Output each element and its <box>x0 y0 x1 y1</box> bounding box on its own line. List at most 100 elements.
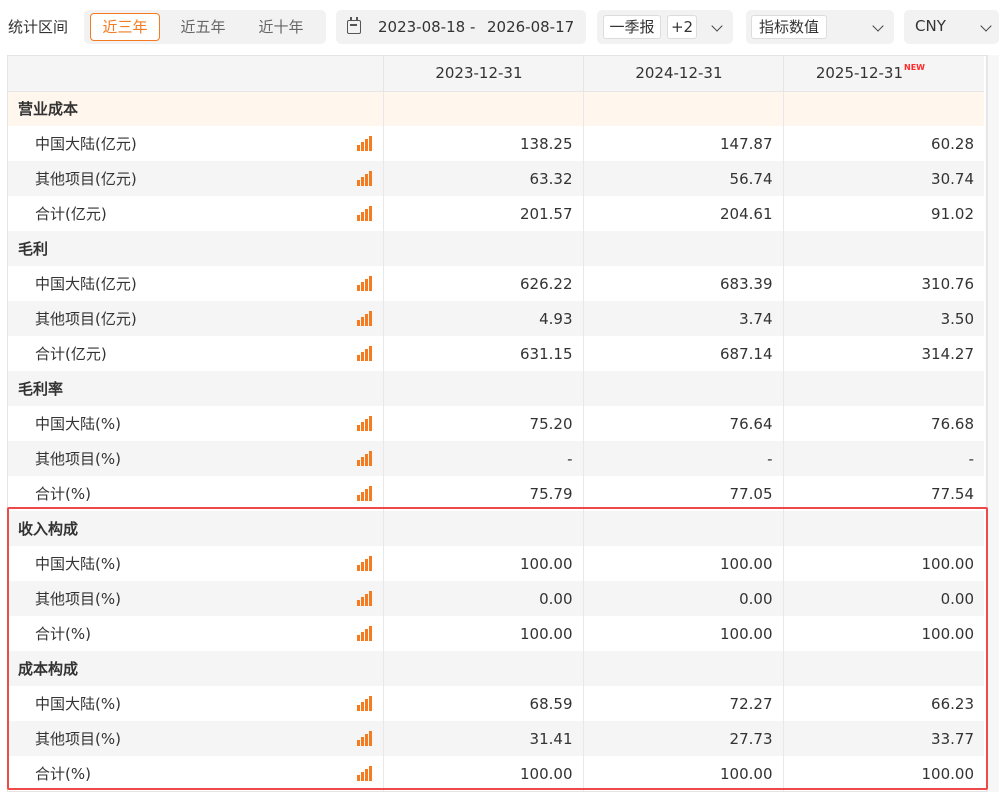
value-cell: 314.27 <box>783 336 984 371</box>
section-row: 营业成本 <box>8 91 984 126</box>
value-cell: 100.00 <box>383 756 584 791</box>
row-label: 中国大陆(亿元) <box>35 135 137 153</box>
range-3y-button[interactable]: 近三年 <box>90 13 160 41</box>
chevron-down-icon[interactable] <box>711 20 723 32</box>
row-label: 合计(%) <box>35 625 91 643</box>
currency-select[interactable]: CNY <box>904 10 999 44</box>
header-period[interactable]: 2025-12-31NEW <box>783 56 984 92</box>
value-cell: 60.28 <box>783 126 984 161</box>
metric-mode-chip[interactable]: 指标数值 <box>751 15 827 39</box>
section-empty-cell <box>383 371 584 406</box>
header-period[interactable]: 2024-12-31 <box>583 56 784 92</box>
value-cell: 0.00 <box>583 581 784 616</box>
row-label: 合计(亿元) <box>35 205 107 223</box>
value-cell: 3.50 <box>783 301 984 336</box>
range-10y-button[interactable]: 近十年 <box>248 13 314 41</box>
table-row: 中国大陆(亿元) 138.25 147.87 60.28 <box>8 126 984 161</box>
row-label: 其他项目(亿元) <box>35 310 137 328</box>
value-cell: 201.57 <box>383 196 584 231</box>
date-range-picker[interactable]: 2023-08-18 - 2026-08-17 <box>336 10 586 44</box>
date-separator: - <box>470 18 476 36</box>
row-label-cell: 其他项目(%) <box>8 441 384 476</box>
value-cell: 0.00 <box>783 581 984 616</box>
section-empty-cell <box>783 231 984 266</box>
bar-chart-icon[interactable] <box>356 276 372 291</box>
value-cell: 27.73 <box>583 721 784 756</box>
value-cell: 100.00 <box>583 546 784 581</box>
value-cell: 4.93 <box>383 301 584 336</box>
row-label-cell: 其他项目(%) <box>8 721 384 756</box>
section-title: 毛利 <box>8 231 384 266</box>
bar-chart-icon[interactable] <box>356 696 372 711</box>
section-empty-cell <box>583 231 784 266</box>
calendar-icon <box>347 17 361 34</box>
row-label-cell: 合计(%) <box>8 756 384 791</box>
value-cell: 204.61 <box>583 196 784 231</box>
bar-chart-icon[interactable] <box>356 171 372 186</box>
report-more-chip[interactable]: +2 <box>667 15 697 39</box>
value-cell: 75.79 <box>383 476 584 511</box>
header-period-label: 2025-12-31 <box>815 64 904 83</box>
currency-value: CNY <box>915 17 946 35</box>
bar-chart-icon[interactable] <box>356 311 372 326</box>
row-label-cell: 其他项目(%) <box>8 581 384 616</box>
scrollbar[interactable] <box>987 55 999 792</box>
table-row: 合计(%) 100.00 100.00 100.00 <box>8 756 984 791</box>
range-label: 统计区间 <box>8 18 69 36</box>
section-empty-cell <box>583 91 784 126</box>
row-label: 其他项目(%) <box>35 590 121 608</box>
metric-mode-select[interactable]: 指标数值 <box>746 10 894 44</box>
value-cell: 33.77 <box>783 721 984 756</box>
bar-chart-icon[interactable] <box>356 626 372 641</box>
header-name-column <box>8 56 384 92</box>
bar-chart-icon[interactable] <box>356 591 372 606</box>
bar-chart-icon[interactable] <box>356 416 372 431</box>
value-cell: 100.00 <box>383 546 584 581</box>
report-type-select[interactable]: 一季报 +2 <box>597 10 733 44</box>
header-period[interactable]: 2023-12-31 <box>383 56 584 92</box>
chevron-down-icon[interactable] <box>980 20 992 32</box>
section-title: 营业成本 <box>8 91 384 126</box>
bar-chart-icon[interactable] <box>356 556 372 571</box>
section-empty-cell <box>383 231 584 266</box>
bar-chart-icon[interactable] <box>356 451 372 466</box>
row-label: 合计(%) <box>35 765 91 783</box>
bar-chart-icon[interactable] <box>356 136 372 151</box>
report-type-chip[interactable]: 一季报 <box>603 15 661 39</box>
value-cell: - <box>383 441 584 476</box>
section-row: 毛利 <box>8 231 984 266</box>
range-5y-button[interactable]: 近五年 <box>170 13 236 41</box>
value-cell: 3.74 <box>583 301 784 336</box>
row-label-cell: 其他项目(亿元) <box>8 161 384 196</box>
table-row: 中国大陆(%) 100.00 100.00 100.00 <box>8 546 984 581</box>
value-cell: 100.00 <box>583 616 784 651</box>
section-empty-cell <box>583 651 784 686</box>
value-cell: 0.00 <box>383 581 584 616</box>
section-empty-cell <box>583 511 784 546</box>
date-end[interactable]: 2026-08-17 <box>487 18 574 36</box>
row-label: 其他项目(%) <box>35 730 121 748</box>
date-start[interactable]: 2023-08-18 <box>378 18 465 36</box>
row-label-cell: 中国大陆(%) <box>8 406 384 441</box>
bar-chart-icon[interactable] <box>356 486 372 501</box>
value-cell: 56.74 <box>583 161 784 196</box>
section-empty-cell <box>383 511 584 546</box>
row-label: 其他项目(亿元) <box>35 170 137 188</box>
table-row: 中国大陆(亿元) 626.22 683.39 310.76 <box>8 266 984 301</box>
value-cell: 138.25 <box>383 126 584 161</box>
bar-chart-icon[interactable] <box>356 731 372 746</box>
table-row: 中国大陆(%) 75.20 76.64 76.68 <box>8 406 984 441</box>
section-empty-cell <box>783 511 984 546</box>
bar-chart-icon[interactable] <box>356 766 372 781</box>
row-label: 中国大陆(%) <box>35 695 121 713</box>
section-empty-cell <box>383 651 584 686</box>
bar-chart-icon[interactable] <box>356 206 372 221</box>
value-cell: 75.20 <box>383 406 584 441</box>
new-badge: NEW <box>904 63 925 73</box>
table-row: 其他项目(%) 31.41 27.73 33.77 <box>8 721 984 756</box>
value-cell: 76.64 <box>583 406 784 441</box>
bar-chart-icon[interactable] <box>356 346 372 361</box>
row-label: 合计(亿元) <box>35 345 107 363</box>
chevron-down-icon[interactable] <box>872 20 884 32</box>
value-cell: 68.59 <box>383 686 584 721</box>
